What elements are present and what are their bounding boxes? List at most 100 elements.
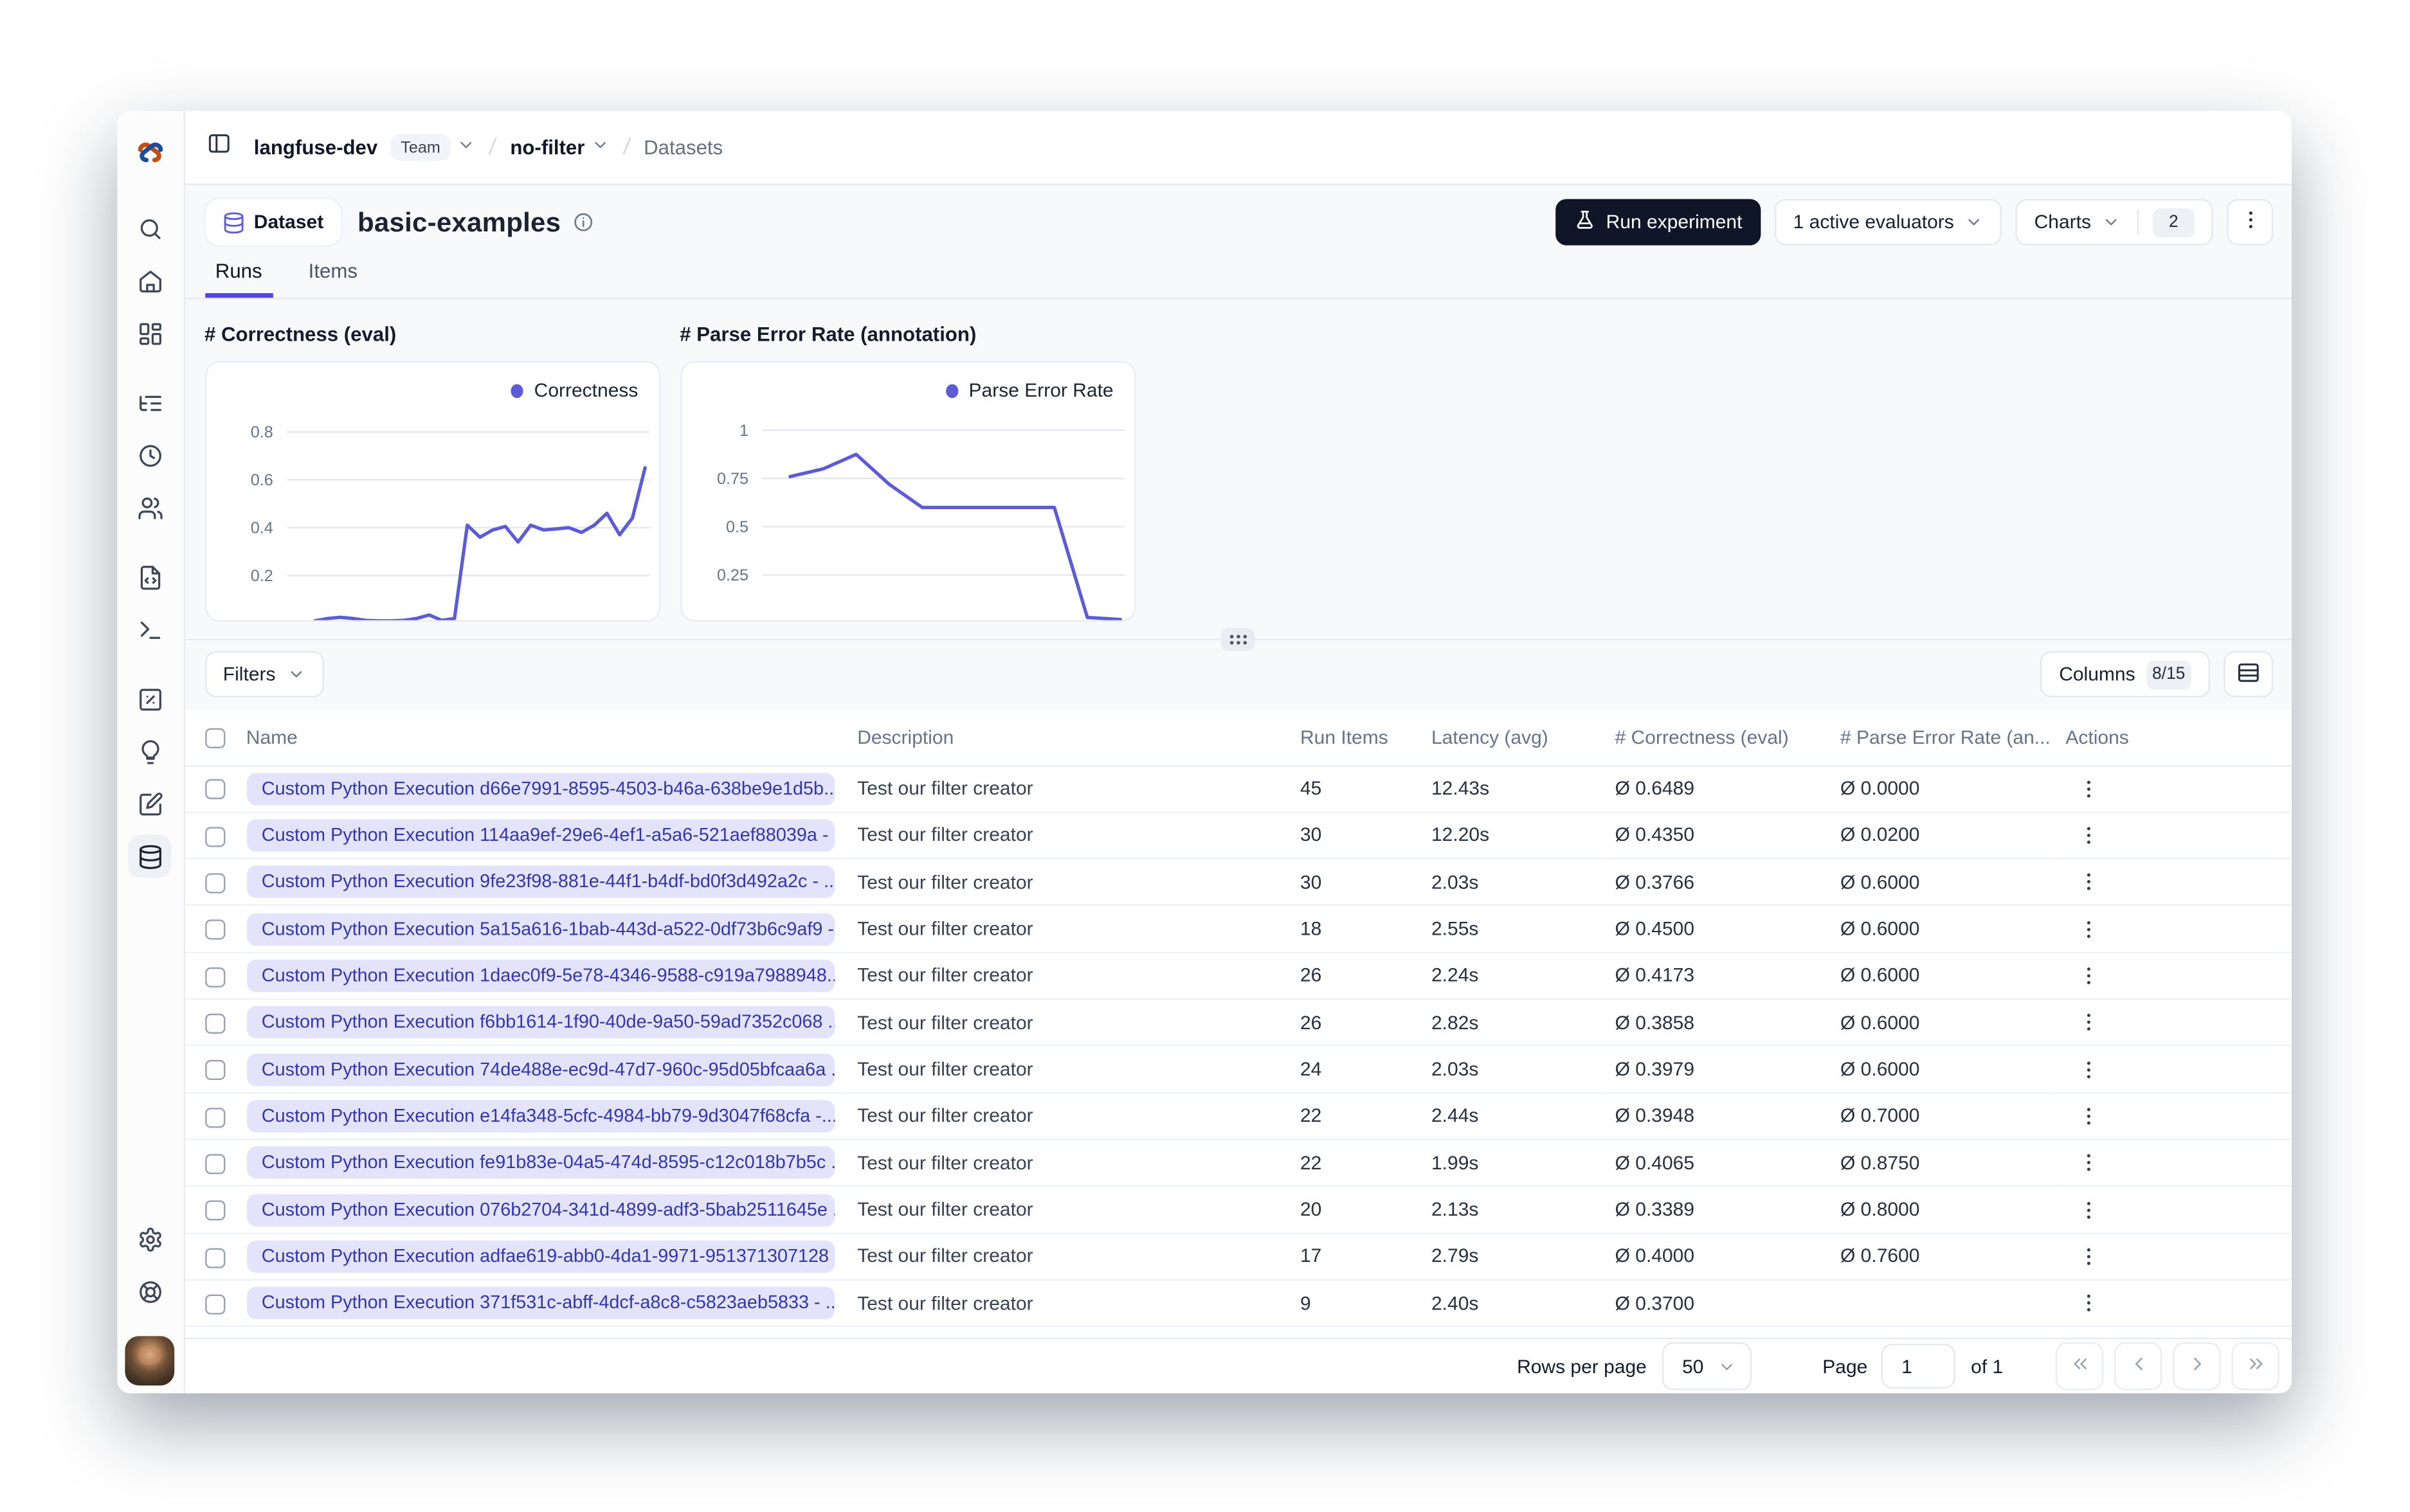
table-row: Custom Python Execution 74de488e-ec9d-47… — [184, 1046, 2292, 1094]
info-icon[interactable] — [573, 212, 595, 233]
more-actions-button[interactable] — [2227, 199, 2274, 246]
run-experiment-button[interactable]: Run experiment — [1555, 199, 1761, 246]
tab-items[interactable]: Items — [298, 259, 368, 298]
run-name-link[interactable]: Custom Python Execution 9fe23f98-881e-44… — [246, 866, 835, 899]
page-number-input[interactable] — [1881, 1344, 1956, 1389]
row-checkbox[interactable] — [205, 1013, 226, 1034]
file-code-icon — [129, 555, 172, 598]
row-checkbox[interactable] — [205, 1294, 226, 1315]
run-parse-error-value: Ø 0.7600 — [1827, 1233, 2054, 1281]
breadcrumb-section[interactable]: Datasets — [644, 136, 723, 159]
row-actions-button[interactable] — [2072, 1192, 2106, 1227]
run-name-link[interactable]: Custom Python Execution 1daec0f9-5e78-43… — [246, 959, 835, 993]
breadcrumb-org[interactable]: langfuse-dev — [254, 136, 377, 159]
run-name-link[interactable]: Custom Python Execution d66e7991-8595-45… — [246, 772, 835, 805]
row-checkbox[interactable] — [205, 920, 226, 941]
evaluators-dropdown[interactable]: 1 active evaluators — [1774, 199, 2002, 246]
sidebar-item-dashboard[interactable] — [117, 307, 183, 360]
sidebar-item-support[interactable] — [117, 1265, 183, 1318]
run-latency-value: 2.44s — [1418, 1092, 1603, 1140]
select-all-checkbox[interactable] — [205, 728, 226, 748]
resize-drag-handle[interactable] — [1221, 627, 1255, 651]
sidebar-item-list-tree[interactable] — [117, 377, 183, 429]
lightbulb-icon — [129, 730, 172, 773]
row-checkbox[interactable] — [205, 1107, 226, 1128]
run-name-link[interactable]: Custom Python Execution 076b2704-341d-48… — [246, 1193, 835, 1227]
run-name-link[interactable]: Custom Python Execution 371f531c-abff-4d… — [246, 1287, 835, 1320]
row-actions-button[interactable] — [2072, 818, 2106, 852]
sidebar-item-home[interactable] — [117, 255, 183, 307]
run-name-link[interactable]: Custom Python Execution e14fa348-5cfc-49… — [246, 1100, 835, 1133]
sidebar-item-square-percent[interactable] — [117, 672, 183, 725]
sidebar-item-database[interactable] — [117, 830, 183, 883]
run-parse-error-value: Ø 0.7000 — [1827, 1092, 2054, 1140]
row-checkbox[interactable] — [205, 1153, 226, 1174]
sidebar-item-settings[interactable] — [117, 1212, 183, 1265]
column-header-description[interactable]: Description — [845, 710, 1288, 766]
column-header-parse-error[interactable]: # Parse Error Rate (an... — [1827, 710, 2054, 766]
rows-per-page-select[interactable]: 50 — [1662, 1342, 1752, 1390]
run-description: Test our filter creator — [845, 1092, 1288, 1140]
project-switcher-button[interactable] — [591, 134, 610, 161]
row-checkbox[interactable] — [205, 1247, 226, 1268]
run-parse-error-value: Ø 0.6000 — [1827, 858, 2054, 906]
column-header-correctness[interactable]: # Correctness (eval) — [1602, 710, 1828, 766]
breadcrumb-project[interactable]: no-filter — [510, 136, 584, 159]
run-name-link[interactable]: Custom Python Execution adfae619-abb0-4d… — [246, 1240, 835, 1273]
column-header-run-items[interactable]: Run Items — [1287, 710, 1419, 766]
row-checkbox[interactable] — [205, 873, 226, 894]
last-page-button[interactable] — [2231, 1342, 2279, 1390]
tab-runs[interactable]: Runs — [204, 259, 274, 298]
row-checkbox[interactable] — [205, 779, 226, 800]
next-page-button[interactable] — [2173, 1342, 2221, 1390]
row-checkbox[interactable] — [205, 826, 226, 847]
columns-button[interactable]: Columns 8/15 — [2040, 651, 2210, 698]
first-page-button[interactable] — [2055, 1342, 2104, 1390]
langfuse-logo[interactable] — [117, 138, 183, 170]
charts-label: Charts — [2034, 211, 2092, 233]
runs-table: Name Description Run Items Latency (avg)… — [184, 710, 2292, 1328]
row-checkbox[interactable] — [205, 1200, 226, 1221]
chevrons-right-icon — [2245, 1353, 2267, 1380]
sidebar-item-clock[interactable] — [117, 429, 183, 482]
row-actions-button[interactable] — [2072, 1052, 2106, 1086]
database-icon — [128, 834, 172, 878]
sidebar-toggle-button[interactable] — [206, 131, 230, 163]
row-checkbox[interactable] — [205, 966, 226, 987]
row-actions-button[interactable] — [2072, 1146, 2106, 1180]
run-name-link[interactable]: Custom Python Execution 114aa9ef-29e6-4e… — [246, 819, 835, 852]
sidebar-item-square-pen[interactable] — [117, 778, 183, 831]
run-name-link[interactable]: Custom Python Execution f6bb1614-1f90-40… — [246, 1006, 835, 1039]
column-header-latency[interactable]: Latency (avg) — [1418, 710, 1603, 766]
charts-dropdown[interactable]: Charts 2 — [2015, 199, 2213, 246]
sidebar-item-terminal[interactable] — [117, 603, 183, 656]
row-actions-button[interactable] — [2072, 1099, 2106, 1133]
filters-button[interactable]: Filters — [204, 651, 323, 698]
chart-correctness: # Correctness (eval) Correctness 0.2 0.4 0… — [204, 321, 660, 622]
row-checkbox[interactable] — [205, 1060, 226, 1081]
run-name-link[interactable]: Custom Python Execution 74de488e-ec9d-47… — [246, 1053, 835, 1086]
previous-page-button[interactable] — [2114, 1342, 2162, 1390]
row-height-button[interactable] — [2224, 651, 2274, 698]
user-avatar[interactable] — [125, 1336, 175, 1386]
row-actions-button[interactable] — [2072, 771, 2106, 806]
sidebar-item-file-code[interactable] — [117, 551, 183, 604]
row-actions-button[interactable] — [2072, 1005, 2106, 1040]
row-actions-button[interactable] — [2072, 1286, 2106, 1320]
row-actions-button[interactable] — [2072, 912, 2106, 946]
org-switcher-button[interactable] — [457, 134, 476, 161]
run-name-link[interactable]: Custom Python Execution fe91b83e-04a5-47… — [246, 1146, 835, 1180]
run-name-link[interactable]: Custom Python Execution 5a15a616-1bab-44… — [246, 912, 835, 946]
column-header-name[interactable]: Name — [246, 710, 845, 766]
run-latency-value: 2.13s — [1418, 1186, 1603, 1234]
sidebar-item-lightbulb[interactable] — [117, 725, 183, 778]
row-actions-button[interactable] — [2072, 1239, 2106, 1274]
row-actions-button[interactable] — [2072, 865, 2106, 899]
run-parse-error-value: Ø 0.8000 — [1827, 1186, 2054, 1234]
life-buoy-icon — [129, 1270, 172, 1313]
row-actions-button[interactable] — [2072, 959, 2106, 993]
search-icon — [129, 207, 172, 250]
sidebar-item-users[interactable] — [117, 482, 183, 534]
sidebar-item-search[interactable] — [117, 202, 183, 255]
tab-bar: Runs Items — [184, 259, 2292, 300]
